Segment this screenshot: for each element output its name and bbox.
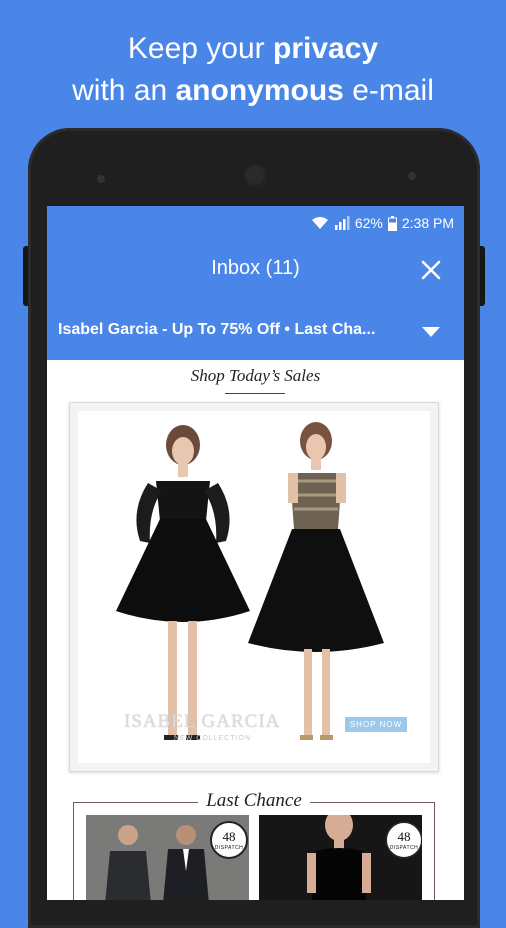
brand-logo: ISABEL GARCIA xyxy=(124,711,281,732)
wifi-icon xyxy=(311,216,328,229)
phone-side-button xyxy=(480,246,485,306)
brand-tagline: NEW COLLECTION xyxy=(174,735,252,742)
product-image-womenswear[interactable]: 48 DISPATCH xyxy=(259,815,422,900)
email-body: Shop Today’s Sales ISABEL GARCIA NEW COL… xyxy=(47,360,464,900)
banner-image: ISABEL GARCIA NEW COLLECTION SHOP NOW xyxy=(78,411,430,763)
email-subject[interactable]: Isabel Garcia - Up To 75% Off • Last Cha… xyxy=(58,318,408,342)
headline-line-1: Keep your privacy xyxy=(127,32,379,65)
last-chance-heading: Last Chance xyxy=(74,790,434,812)
sale-banner[interactable]: ISABEL GARCIA NEW COLLECTION SHOP NOW xyxy=(69,402,439,772)
battery-percent: 62% xyxy=(354,215,383,231)
phone-screen: 62% 2:38 PM Inbox (11) Isabel Garcia - U… xyxy=(47,206,464,900)
headline-line-2: with an anonymous e-mail xyxy=(72,74,434,107)
clock: 2:38 PM xyxy=(401,215,454,231)
dispatch-badge: 48 DISPATCH xyxy=(385,821,422,859)
inbox-title: Inbox (11) xyxy=(211,257,300,279)
dispatch-badge: 48 DISPATCH xyxy=(210,821,248,859)
battery-icon xyxy=(387,215,397,231)
section-title: Shop Today’s Sales xyxy=(190,366,321,385)
earpiece-icon xyxy=(244,164,266,186)
app-bar: 62% 2:38 PM Inbox (11) Isabel Garcia - U… xyxy=(47,206,464,360)
status-bar: 62% 2:38 PM xyxy=(311,212,454,234)
close-icon[interactable] xyxy=(419,258,443,282)
product-image-menswear[interactable]: 48 DISPATCH xyxy=(86,815,249,900)
chevron-down-icon[interactable] xyxy=(421,326,441,338)
sensor-icon xyxy=(408,172,416,180)
divider xyxy=(225,393,285,394)
shop-now-button[interactable]: SHOP NOW xyxy=(345,717,407,732)
last-chance-section: Last Chance 48 DISPATCH 48 DISPATCH xyxy=(73,790,435,900)
phone-side-button xyxy=(23,246,28,306)
front-camera-icon xyxy=(97,175,105,183)
promo-headline: Keep your privacy with an anonymous e-ma… xyxy=(0,28,506,112)
signal-icon xyxy=(334,216,350,230)
